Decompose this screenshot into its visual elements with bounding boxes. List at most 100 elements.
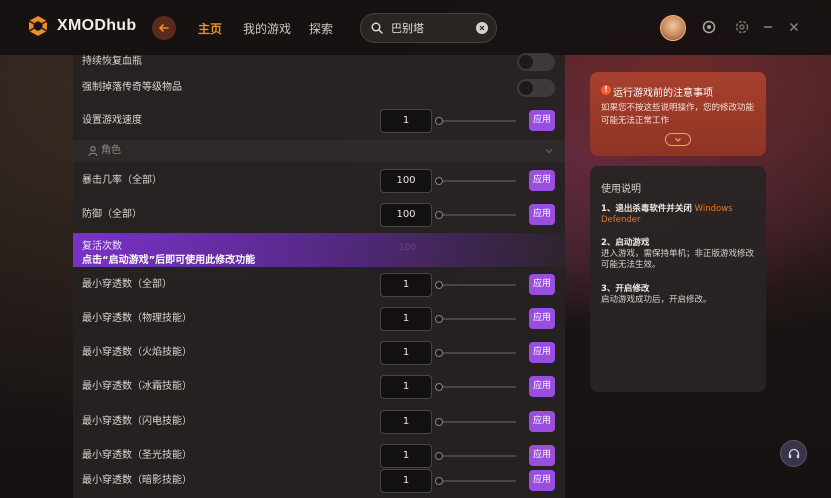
chevron-down-icon <box>675 137 681 142</box>
setting-row: 防御（全部） 100 应用 <box>73 198 565 232</box>
arrow-left-icon <box>159 24 169 32</box>
back-button[interactable] <box>152 16 176 40</box>
user-avatar[interactable] <box>660 15 686 41</box>
value-slider[interactable] <box>435 177 516 185</box>
close-icon <box>479 25 485 31</box>
apply-button[interactable]: 应用 <box>529 342 555 363</box>
setting-label: 最小穿透数（火焰技能） <box>82 347 192 358</box>
minimize-icon[interactable] <box>760 19 776 35</box>
value-slider[interactable] <box>435 418 516 426</box>
value-slider[interactable] <box>435 383 516 391</box>
apply-button[interactable]: 应用 <box>529 411 555 432</box>
setting-label: 最小穿透数（暗影技能） <box>82 475 192 486</box>
apply-button[interactable]: 应用 <box>529 110 555 131</box>
guide-step-body: 启动游戏成功后，开启修改。 <box>601 295 712 305</box>
clear-search-button[interactable] <box>476 22 488 34</box>
guide-step-heading: 1、退出杀毒软件并关闭 <box>601 204 692 214</box>
slider-handle[interactable] <box>435 281 443 289</box>
guide-step-heading: 2、启动游戏 <box>601 238 650 248</box>
setting-row: 暴击几率（全部） 100 应用 <box>73 164 565 198</box>
headset-icon <box>788 448 799 458</box>
apply-button[interactable]: 应用 <box>529 376 555 397</box>
setting-label: 最小穿透数（冰霜技能） <box>82 381 192 392</box>
guide-step-heading: 3、开启修改 <box>601 284 650 294</box>
guide-step: 1、退出杀毒软件并关闭 Windows Defender <box>601 204 761 226</box>
person-icon <box>88 146 98 157</box>
toggle-switch[interactable] <box>517 79 555 97</box>
value-input[interactable]: 1 <box>380 307 432 331</box>
setting-label: 强制掉落传奇等级物品 <box>82 82 182 93</box>
setting-label: 暴击几率（全部） <box>82 175 162 186</box>
value-slider[interactable] <box>435 349 516 357</box>
xmod-logo-icon <box>28 16 48 36</box>
setting-label: 设置游戏速度 <box>82 115 142 126</box>
support-button[interactable] <box>780 440 807 467</box>
slider-handle[interactable] <box>435 177 443 185</box>
pre-launch-notice-card: ! 运行游戏前的注意事项 如果您不按这些说明操作，您的修改功能可能无法正常工作 <box>590 72 766 156</box>
value-input[interactable]: 1 <box>380 109 432 133</box>
slider-handle[interactable] <box>435 349 443 357</box>
close-window-icon[interactable] <box>786 19 802 35</box>
apply-button[interactable]: 应用 <box>529 308 555 329</box>
value-slider[interactable] <box>435 117 516 125</box>
value-slider[interactable] <box>435 452 516 460</box>
notice-title: 运行游戏前的注意事项 <box>613 88 713 99</box>
toggle-switch[interactable] <box>517 53 555 71</box>
setting-label: 最小穿透数（闪电技能） <box>82 416 192 427</box>
tab-home[interactable]: 主页 <box>198 20 222 37</box>
value-input[interactable]: 100 <box>380 169 432 193</box>
slider-handle[interactable] <box>435 477 443 485</box>
expand-notice-button[interactable] <box>665 133 691 146</box>
setting-row: 最小穿透数（冰霜技能） 1 应用 <box>73 370 565 404</box>
notification-icon[interactable] <box>701 19 717 35</box>
apply-button[interactable]: 应用 <box>529 204 555 225</box>
tooltip-title: 复活次数 <box>82 241 122 252</box>
setting-row: 最小穿透数（全部） 1 应用 <box>73 268 565 302</box>
value-input[interactable]: 1 <box>380 341 432 365</box>
settings-icon[interactable] <box>734 19 750 35</box>
chevron-down-icon <box>545 149 553 154</box>
slider-handle[interactable] <box>435 315 443 323</box>
value-input[interactable]: 1 <box>380 273 432 297</box>
value-input[interactable]: 100 <box>380 203 432 227</box>
value-input[interactable]: 1 <box>380 410 432 434</box>
apply-button[interactable]: 应用 <box>529 445 555 466</box>
slider-handle[interactable] <box>435 117 443 125</box>
setting-row: 设置游戏速度 1 应用 <box>73 104 565 138</box>
section-label: 角色 <box>101 145 121 156</box>
slider-handle[interactable] <box>435 211 443 219</box>
value-slider[interactable] <box>435 281 516 289</box>
setting-row: 最小穿透数（闪电技能） 1 应用 <box>73 405 565 439</box>
tab-explore[interactable]: 探索 <box>309 20 333 37</box>
apply-button[interactable]: 应用 <box>529 170 555 191</box>
value-input[interactable]: 1 <box>380 469 432 493</box>
value-slider[interactable] <box>435 211 516 219</box>
setting-row: 强制掉落传奇等级物品 <box>73 71 565 105</box>
setting-row: 最小穿透数（火焰技能） 1 应用 <box>73 336 565 370</box>
value-slider[interactable] <box>435 315 516 323</box>
value-slider[interactable] <box>435 477 516 485</box>
search-icon <box>371 22 383 34</box>
search-box[interactable]: 巴别塔 <box>360 13 497 43</box>
slider-handle[interactable] <box>435 452 443 460</box>
guide-step: 2、启动游戏 进入游戏，需保持单机；非正版游戏修改可能无法生效。 <box>601 238 761 271</box>
setting-row: 最小穿透数（物理技能） 1 应用 <box>73 302 565 336</box>
app-name: XMODhub <box>57 17 137 34</box>
apply-button[interactable]: 应用 <box>529 470 555 491</box>
value-input[interactable]: 1 <box>380 375 432 399</box>
tab-my-games[interactable]: 我的游戏 <box>243 20 291 37</box>
usage-guide-card: 使用说明 1、退出杀毒软件并关闭 Windows Defender 2、启动游戏… <box>590 166 766 392</box>
tooltip-message: 点击“启动游戏”后即可使用此修改功能 <box>82 255 256 266</box>
section-header-character[interactable]: 角色 <box>73 140 565 162</box>
slider-handle[interactable] <box>435 418 443 426</box>
setting-label: 最小穿透数（全部） <box>82 279 172 290</box>
apply-button[interactable]: 应用 <box>529 274 555 295</box>
tooltip-ghost-value: 100 <box>399 243 417 253</box>
notice-text: 如果您不按这些说明操作，您的修改功能可能无法正常工作 <box>601 103 755 126</box>
warning-icon: ! <box>601 85 611 95</box>
search-input[interactable]: 巴别塔 <box>391 20 424 36</box>
setting-row: 最小穿透数（暗影技能） 1 应用 <box>73 464 565 498</box>
app-logo[interactable]: XMODhub <box>27 15 136 37</box>
slider-handle[interactable] <box>435 383 443 391</box>
guide-title: 使用说明 <box>601 184 641 195</box>
